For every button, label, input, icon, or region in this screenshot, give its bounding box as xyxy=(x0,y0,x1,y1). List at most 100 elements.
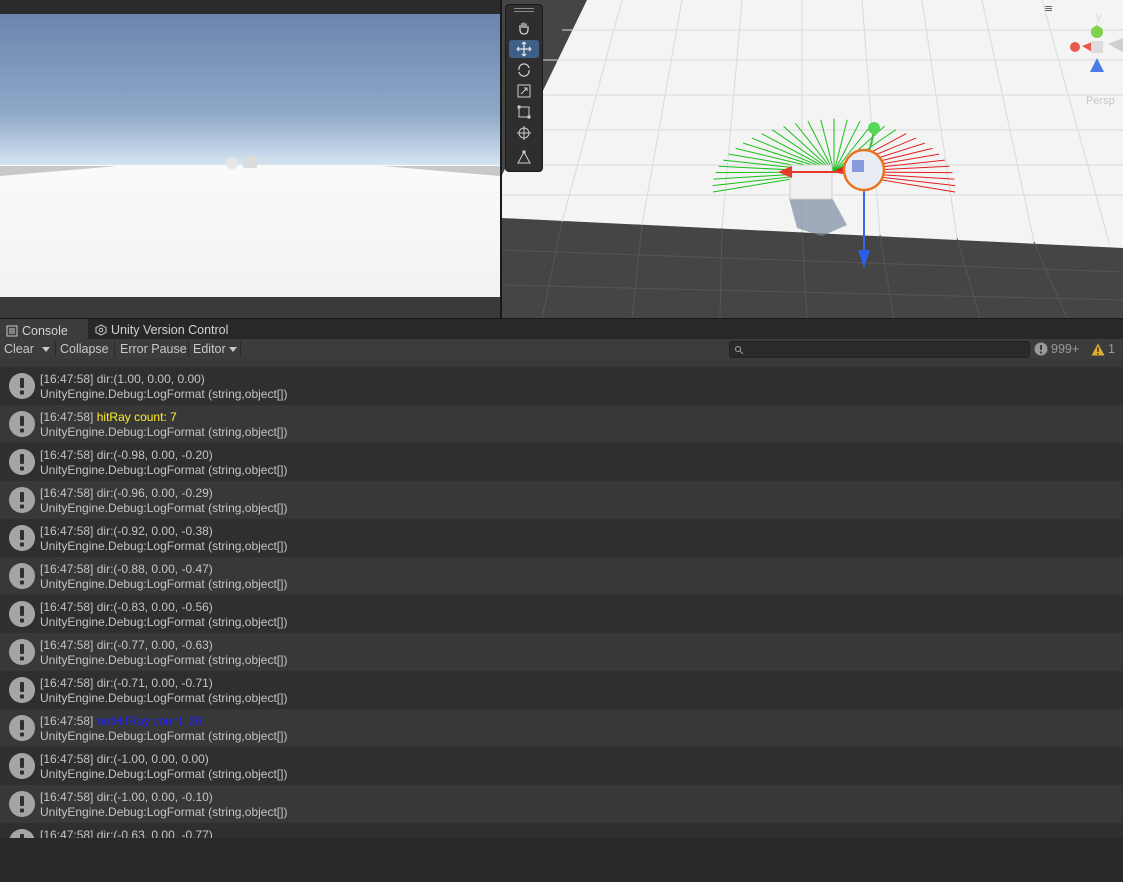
log-text: dir:(-0.83, 0.00, -0.56) xyxy=(96,600,213,614)
log-stacktrace: UnityEngine.Debug:LogFormat (string,obje… xyxy=(40,767,288,781)
log-stacktrace: UnityEngine.Debug:LogFormat (string,obje… xyxy=(40,577,288,591)
scene-view[interactable]: y Persp ≡ xyxy=(502,0,1123,318)
rotate-icon xyxy=(518,63,530,77)
scene-toolbox xyxy=(505,4,543,172)
log-text: hitRay count: 7 xyxy=(96,410,177,424)
log-stacktrace: UnityEngine.Debug:LogFormat (string,obje… xyxy=(40,615,288,629)
log-entry[interactable]: [16:47:58] dir:(-0.98, 0.00, -0.20) Unity… xyxy=(0,443,1123,481)
log-text: dir:(-1.00, 0.00, -0.10) xyxy=(96,790,213,804)
move-icon xyxy=(516,41,532,57)
log-message: [16:47:58] dir:(-1.00, 0.00, 0.00) xyxy=(40,752,209,766)
move-plane-handle[interactable] xyxy=(852,160,864,172)
tab-console[interactable]: Console xyxy=(0,319,88,340)
log-message: [16:47:58] dir:(-0.77, 0.00, -0.63) xyxy=(40,638,213,652)
log-entry[interactable]: [16:47:58] dir:(-0.77, 0.00, -0.63) Unity… xyxy=(0,633,1123,671)
game-viewport[interactable] xyxy=(0,14,500,298)
log-stacktrace: UnityEngine.Debug:LogFormat (string,obje… xyxy=(40,729,288,743)
z-axis-arrow-icon[interactable] xyxy=(858,250,870,268)
log-entry[interactable]: [16:47:58] dir:(-0.92, 0.00, -0.38) Unity… xyxy=(0,519,1123,557)
log-timestamp: [16:47:58] xyxy=(40,448,94,462)
log-message: [16:47:58] hitRay count: 7 xyxy=(40,410,177,424)
tab-version-control[interactable]: Unity Version Control xyxy=(95,319,245,340)
log-entry[interactable]: [16:47:58] notHitRay count: 26 UnityEngin… xyxy=(0,709,1123,747)
move-tool-button[interactable] xyxy=(509,40,539,58)
log-timestamp: [16:47:58] xyxy=(40,676,94,690)
custom-tool-button[interactable] xyxy=(509,148,539,166)
log-stacktrace: UnityEngine.Debug:LogFormat (string,obje… xyxy=(40,653,288,667)
console-detail-pane xyxy=(0,838,1123,882)
log-message: [16:47:58] notHitRay count: 26 xyxy=(40,714,202,728)
log-entry-partial[interactable] xyxy=(0,359,1123,367)
log-timestamp: [16:47:58] xyxy=(40,524,94,538)
game-view-toolbar xyxy=(0,0,500,14)
collapse-button-label: Collapse xyxy=(60,342,109,356)
info-count: 999+ xyxy=(1051,342,1080,356)
log-timestamp: [16:47:58] xyxy=(40,714,94,728)
log-entry[interactable]: [16:47:58] dir:(-0.63, 0.00, -0.77) xyxy=(0,823,1123,838)
log-timestamp: [16:47:58] xyxy=(40,486,94,500)
error-pause-button[interactable]: Error Pause xyxy=(116,339,191,359)
console-search-input[interactable] xyxy=(729,341,1030,358)
hand-tool-button[interactable] xyxy=(509,19,539,37)
transform-tool-button[interactable] xyxy=(509,124,539,142)
log-text: dir:(-0.63, 0.00, -0.77) xyxy=(96,828,213,838)
log-entry[interactable]: [16:47:58] hitRay count: 7 UnityEngine.De… xyxy=(0,405,1123,443)
rotate-tool-button[interactable] xyxy=(509,61,539,79)
warning-count-toggle[interactable]: 1 xyxy=(1091,339,1115,359)
log-stacktrace: UnityEngine.Debug:LogFormat (string,obje… xyxy=(40,691,288,705)
log-entry[interactable]: [16:47:58] dir:(-0.88, 0.00, -0.47) Unity… xyxy=(0,557,1123,595)
log-stacktrace: UnityEngine.Debug:LogFormat (string,obje… xyxy=(40,463,288,477)
info-icon xyxy=(9,753,35,779)
log-text: dir:(-0.88, 0.00, -0.47) xyxy=(96,562,213,576)
scene-viewport[interactable]: y Persp ≡ xyxy=(502,0,1123,318)
selected-cube[interactable] xyxy=(789,164,833,200)
y-axis-arrow-icon[interactable] xyxy=(868,122,880,134)
log-text: dir:(-0.96, 0.00, -0.29) xyxy=(96,486,213,500)
collapse-button[interactable]: Collapse xyxy=(56,339,113,359)
info-icon xyxy=(9,449,35,475)
info-icon xyxy=(9,715,35,741)
log-timestamp: [16:47:58] xyxy=(40,372,94,386)
gizmo-persp-label[interactable]: Persp xyxy=(1086,95,1115,107)
log-entry[interactable]: [16:47:58] dir:(1.00, 0.00, 0.00) UnityEn… xyxy=(0,367,1123,405)
error-pause-label: Error Pause xyxy=(120,342,187,356)
log-stacktrace: UnityEngine.Debug:LogFormat (string,obje… xyxy=(40,805,288,819)
console-tab-bar: Console Unity Version Control xyxy=(0,318,1123,340)
rect-transform-icon xyxy=(517,105,531,119)
log-entry[interactable]: [16:47:58] dir:(-1.00, 0.00, 0.00) UnityE… xyxy=(0,747,1123,785)
clear-options-dropdown[interactable] xyxy=(38,339,54,359)
custom-tool-icon xyxy=(517,150,531,164)
log-stacktrace: UnityEngine.Debug:LogFormat (string,obje… xyxy=(40,539,288,553)
scene-menu-icon[interactable]: ≡ xyxy=(1044,2,1053,15)
info-icon xyxy=(9,487,35,513)
game-view[interactable] xyxy=(0,0,500,318)
info-count-toggle[interactable]: 999+ xyxy=(1034,339,1079,359)
log-text: dir:(-0.98, 0.00, -0.20) xyxy=(96,448,213,462)
chevron-down-icon xyxy=(228,346,237,352)
scale-tool-button[interactable] xyxy=(509,82,539,100)
sphere-object xyxy=(226,157,238,169)
log-text: dir:(-0.92, 0.00, -0.38) xyxy=(96,524,213,538)
scale-icon xyxy=(517,84,531,98)
log-entry[interactable]: [16:47:58] dir:(-0.83, 0.00, -0.56) Unity… xyxy=(0,595,1123,633)
chevron-down-icon xyxy=(42,346,50,352)
editor-dropdown[interactable]: Editor xyxy=(189,339,241,359)
log-entry[interactable]: [16:47:58] dir:(-1.00, 0.00, -0.10) Unity… xyxy=(0,785,1123,823)
log-entry[interactable]: [16:47:58] dir:(-0.71, 0.00, -0.71) Unity… xyxy=(0,671,1123,709)
tab-version-control-label: Unity Version Control xyxy=(111,322,229,337)
log-entry[interactable]: [16:47:58] dir:(-0.96, 0.00, -0.29) Unity… xyxy=(0,481,1123,519)
console-log-list[interactable]: [16:47:58] dir:(1.00, 0.00, 0.00) UnityEn… xyxy=(0,359,1123,838)
clear-button[interactable]: Clear xyxy=(0,339,38,359)
log-timestamp: [16:47:58] xyxy=(40,562,94,576)
rect-tool-button[interactable] xyxy=(509,103,539,121)
log-message: [16:47:58] dir:(-0.63, 0.00, -0.77) xyxy=(40,828,213,838)
log-timestamp: [16:47:58] xyxy=(40,410,94,424)
info-icon xyxy=(9,525,35,551)
info-icon xyxy=(9,829,35,838)
log-stacktrace: UnityEngine.Debug:LogFormat (string,obje… xyxy=(40,387,288,401)
console-icon xyxy=(6,325,18,336)
search-icon xyxy=(735,346,744,355)
log-stacktrace: UnityEngine.Debug:LogFormat (string,obje… xyxy=(40,425,288,439)
info-icon xyxy=(9,677,35,703)
log-stacktrace: UnityEngine.Debug:LogFormat (string,obje… xyxy=(40,501,288,515)
